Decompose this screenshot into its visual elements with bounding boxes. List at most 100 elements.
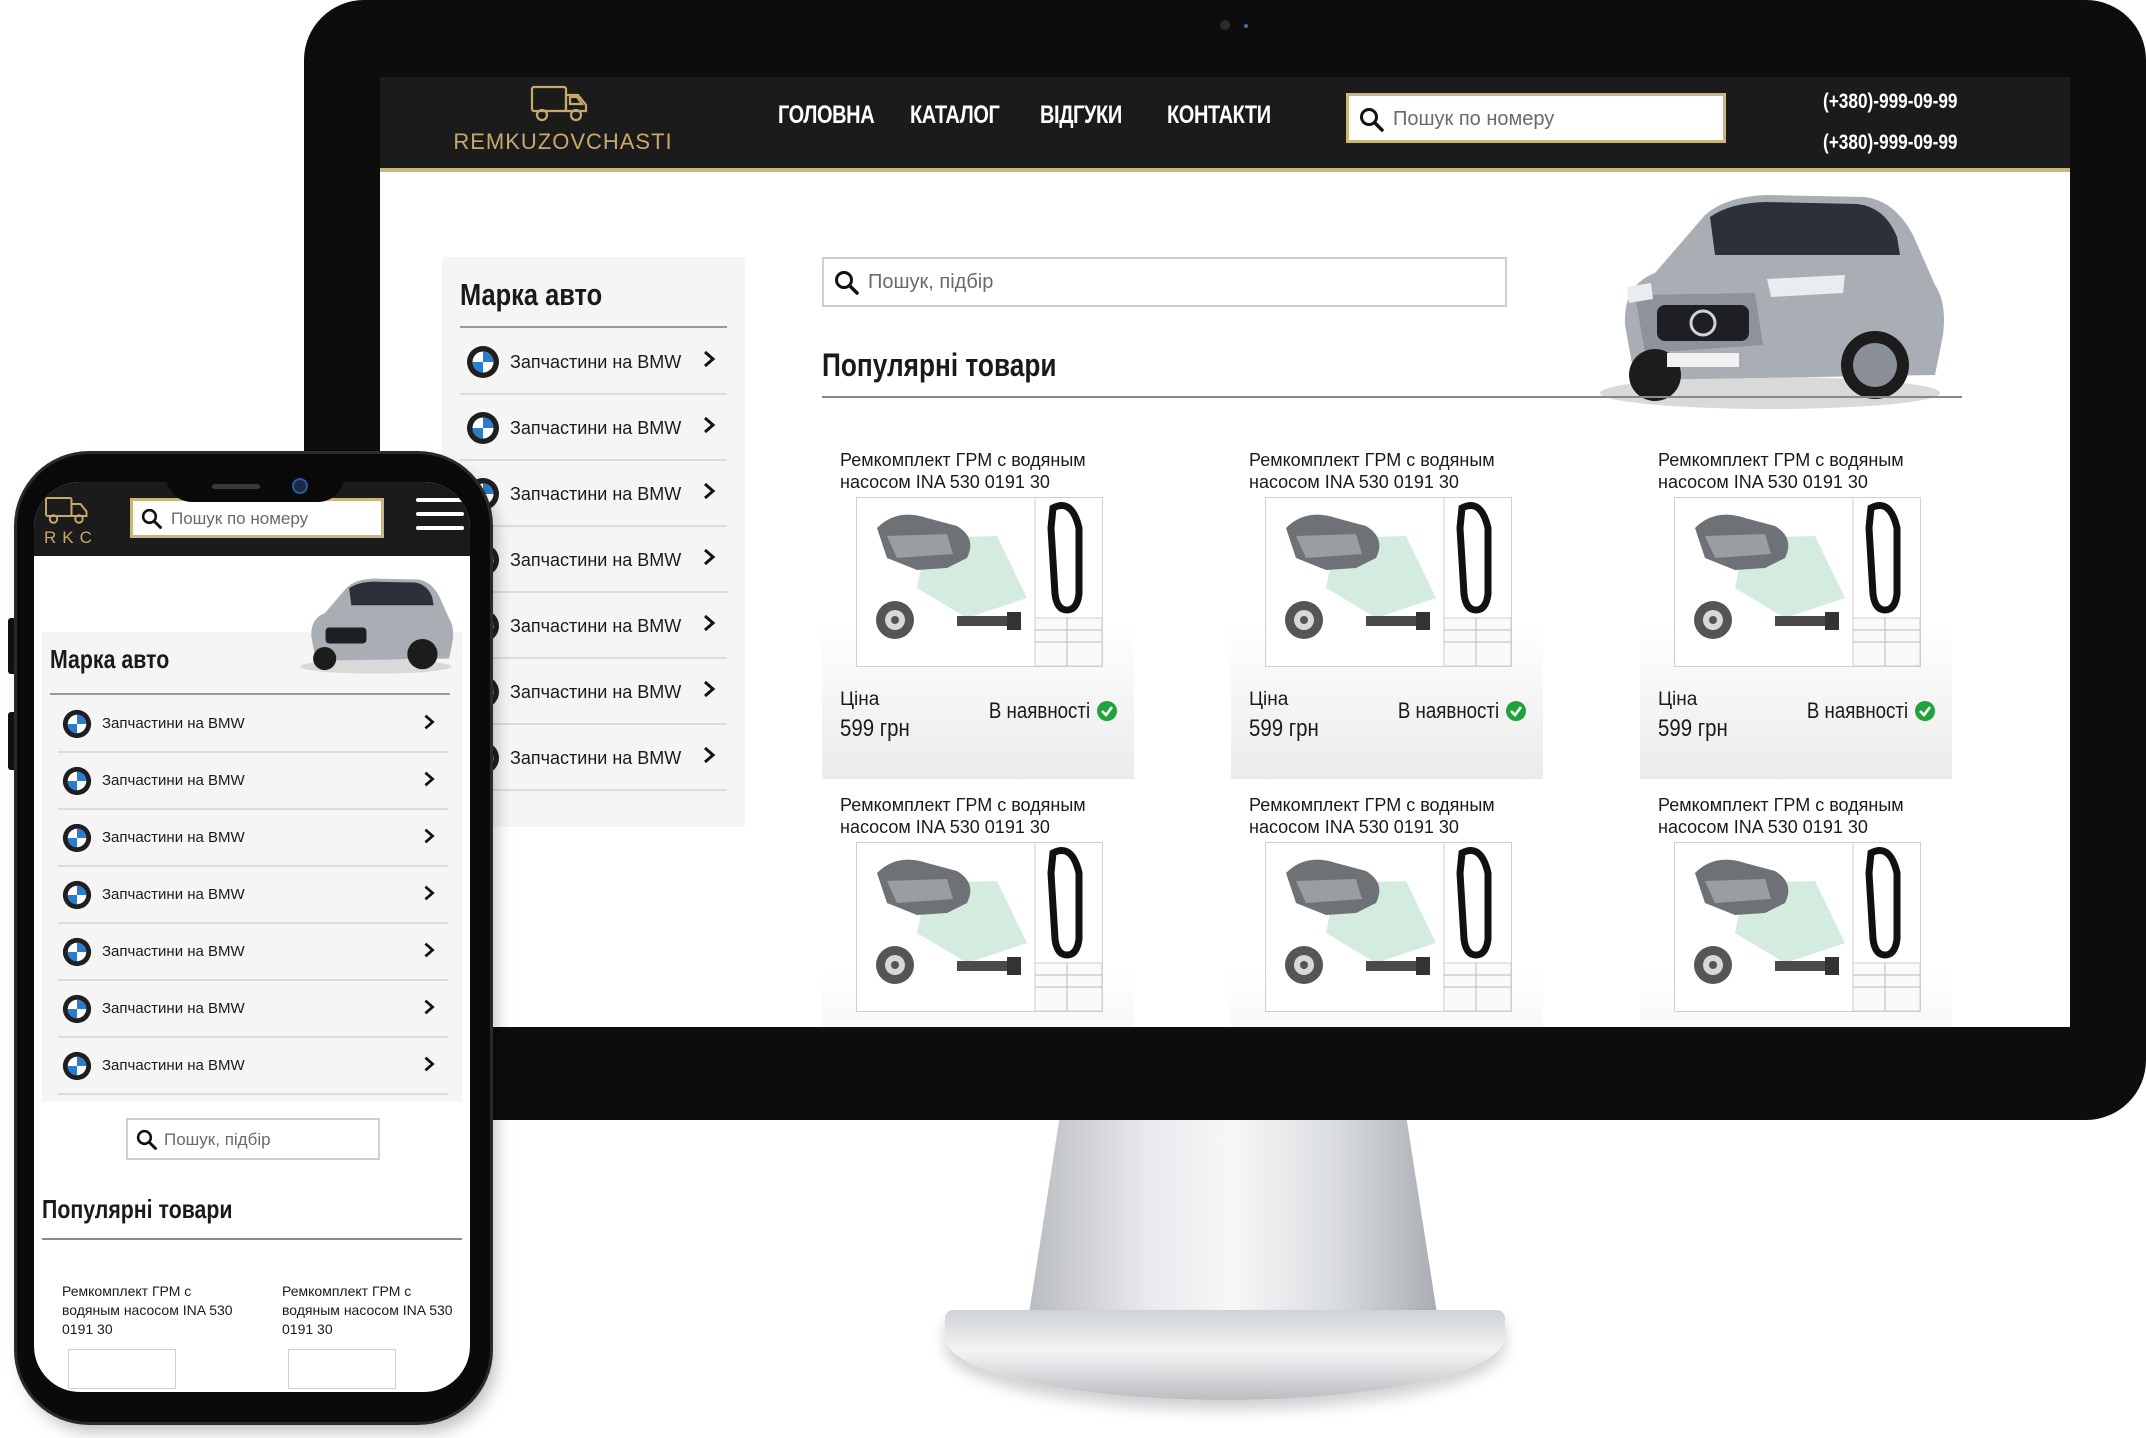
mobile-product-image xyxy=(68,1349,176,1389)
product-price: 599 грн xyxy=(1658,715,1728,742)
mobile-brand-item-label: Запчастини на BMW xyxy=(102,943,245,960)
search-icon xyxy=(835,271,859,295)
monitor-stand-base xyxy=(945,1310,1505,1400)
desktop-screen: REMKUZOVCHASTI ГОЛОВНА КАТАЛОГ ВІДГУКИ К… xyxy=(380,77,2070,1027)
stock-status: В наявності xyxy=(971,698,1118,724)
chevron-right-icon xyxy=(704,482,716,500)
chevron-right-icon xyxy=(424,1056,435,1072)
product-name[interactable]: Ремкомплект ГРМ с водяным насосом INA 53… xyxy=(1249,449,1539,493)
chevron-right-icon xyxy=(424,828,435,844)
price-label: Ціна xyxy=(1249,689,1289,710)
product-card[interactable]: Ремкомплект ГРМ с водяным насосом INA 53… xyxy=(1231,779,1543,1027)
sidebar-item-label: Запчастини на BMW xyxy=(510,748,682,768)
bmw-logo-icon xyxy=(62,880,92,910)
sidebar-item-bmw[interactable]: Запчастини на BMW xyxy=(460,395,727,461)
nav-home[interactable]: ГОЛОВНА xyxy=(778,101,875,130)
mobile-logo-text: RKC xyxy=(44,528,98,547)
product-image[interactable] xyxy=(1674,497,1921,667)
mobile-brand-title: Марка авто xyxy=(50,644,170,674)
mobile-brand-item-bmw[interactable]: Запчастини на BMW xyxy=(58,696,448,753)
bmw-logo-icon xyxy=(62,994,92,1024)
product-price: 599 грн xyxy=(840,715,910,742)
mobile-brand-item-bmw[interactable]: Запчастини на BMW xyxy=(58,1038,448,1095)
product-name[interactable]: Ремкомплект ГРМ с водяным насосом INA 53… xyxy=(840,794,1130,838)
mobile-product-card[interactable]: Ремкомплект ГРМ с водяным насосом INA 53… xyxy=(282,1282,462,1389)
mobile-brand-item-bmw[interactable]: Запчастини на BMW xyxy=(58,753,448,810)
monitor-stand-neck xyxy=(1028,1110,1438,1320)
mobile-product-image xyxy=(288,1349,396,1389)
mobile-brand-divider xyxy=(50,693,450,695)
sidebar-item-bmw[interactable]: Запчастини на BMW xyxy=(460,329,727,395)
mobile-brand-item-label: Запчастини на BMW xyxy=(102,829,245,846)
site-logo[interactable]: REMKUZOVCHASTI xyxy=(448,79,672,169)
product-image[interactable] xyxy=(856,842,1103,1012)
mobile-brand-item-label: Запчастини на BMW xyxy=(102,1057,245,1074)
mobile-brand-item-label: Запчастини на BMW xyxy=(102,715,245,732)
mobile-brand-item-bmw[interactable]: Запчастини на BMW xyxy=(58,924,448,981)
main-search-input[interactable]: Пошук, підбір xyxy=(822,257,1507,307)
hamburger-menu-icon[interactable] xyxy=(416,498,464,538)
product-image[interactable] xyxy=(856,497,1103,667)
bmw-logo-icon xyxy=(62,1051,92,1081)
main-search-placeholder: Пошук, підбір xyxy=(868,271,994,293)
product-name[interactable]: Ремкомплект ГРМ с водяным насосом INA 53… xyxy=(1249,794,1539,838)
mobile-brand-item-bmw[interactable]: Запчастини на BMW xyxy=(58,810,448,867)
phone-number-2[interactable]: (+380)-999-09-99 xyxy=(1823,122,1958,163)
sidebar-item-label: Запчастини на BMW xyxy=(510,550,682,570)
product-name[interactable]: Ремкомплект ГРМ с водяным насосом INA 53… xyxy=(1658,449,1948,493)
phone-numbers: (+380)-999-09-99 (+380)-999-09-99 xyxy=(1823,81,1958,163)
mobile-product-card[interactable]: Ремкомплект ГРМ с водяным насосом INA 53… xyxy=(62,1282,242,1389)
monitor-camera-led xyxy=(1244,24,1248,28)
phone-notch xyxy=(166,454,344,502)
header-search-input[interactable]: Пошук по номеру xyxy=(1346,93,1726,143)
mobile-car-image xyxy=(300,578,454,674)
mobile-popular-divider xyxy=(42,1238,462,1240)
chevron-right-icon xyxy=(424,942,435,958)
phone-number-1[interactable]: (+380)-999-09-99 xyxy=(1823,81,1958,122)
search-icon xyxy=(1360,108,1384,132)
truck-logo-icon[interactable] xyxy=(42,492,92,528)
phone-speaker xyxy=(212,484,260,489)
product-card[interactable]: Ремкомплект ГРМ с водяным насосом INA 53… xyxy=(1231,434,1543,779)
popular-divider xyxy=(822,396,1962,398)
mobile-brand-item-bmw[interactable]: Запчастини на BMW xyxy=(58,867,448,924)
nav-contacts[interactable]: КОНТАКТИ xyxy=(1167,101,1271,130)
sidebar-item-bmw[interactable]: Запчастини на BMW xyxy=(460,659,727,725)
header-search-placeholder: Пошук по номеру xyxy=(1393,108,1555,130)
mobile-brand-item-label: Запчастини на BMW xyxy=(102,886,245,903)
phone-camera xyxy=(292,478,308,494)
price-label: Ціна xyxy=(1658,689,1698,710)
product-card[interactable]: Ремкомплект ГРМ с водяным насосом INA 53… xyxy=(822,779,1134,1027)
popular-products-title: Популярні товари xyxy=(822,347,1057,383)
mobile-product-name: Ремкомплект ГРМ с водяным насосом INA 53… xyxy=(62,1283,233,1337)
product-name[interactable]: Ремкомплект ГРМ с водяным насосом INA 53… xyxy=(1658,794,1948,838)
product-card[interactable]: Ремкомплект ГРМ с водяным насосом INA 53… xyxy=(1640,779,1952,1027)
sidebar-item-label: Запчастини на BMW xyxy=(510,418,682,438)
mobile-main-search[interactable]: Пошук, підбір xyxy=(126,1118,380,1160)
nav-reviews[interactable]: ВІДГУКИ xyxy=(1040,101,1122,130)
sidebar-title: Марка авто xyxy=(460,277,603,312)
sidebar-item-bmw[interactable]: Запчастини на BMW xyxy=(460,461,727,527)
chevron-right-icon xyxy=(424,885,435,901)
stock-status: В наявності xyxy=(1380,698,1527,724)
product-name[interactable]: Ремкомплект ГРМ с водяным насосом INA 53… xyxy=(840,449,1130,493)
sidebar-item-bmw[interactable]: Запчастини на BMW xyxy=(460,725,727,791)
sidebar-item-bmw[interactable]: Запчастини на BMW xyxy=(460,593,727,659)
nav-catalog[interactable]: КАТАЛОГ xyxy=(910,101,1000,130)
stock-status: В наявності xyxy=(1789,698,1936,724)
sidebar-item-label: Запчастини на BMW xyxy=(510,682,682,702)
mobile-brand-item-bmw[interactable]: Запчастини на BMW xyxy=(58,981,448,1038)
product-image[interactable] xyxy=(1265,842,1512,1012)
product-image[interactable] xyxy=(1674,842,1921,1012)
chevron-right-icon xyxy=(424,714,435,730)
stock-label: В наявності xyxy=(1806,698,1908,723)
product-card[interactable]: Ремкомплект ГРМ с водяным насосом INA 53… xyxy=(1640,434,1952,779)
mobile-header-search[interactable]: Пошук по номеру xyxy=(130,498,384,538)
check-circle-icon xyxy=(1506,701,1526,721)
sidebar-item-bmw[interactable]: Запчастини на BMW xyxy=(460,527,727,593)
price-label: Ціна xyxy=(840,689,880,710)
logo-text: REMKUZOVCHASTI xyxy=(453,129,673,154)
product-card[interactable]: Ремкомплект ГРМ с водяным насосом INA 53… xyxy=(822,434,1134,779)
search-icon xyxy=(141,508,162,529)
product-image[interactable] xyxy=(1265,497,1512,667)
